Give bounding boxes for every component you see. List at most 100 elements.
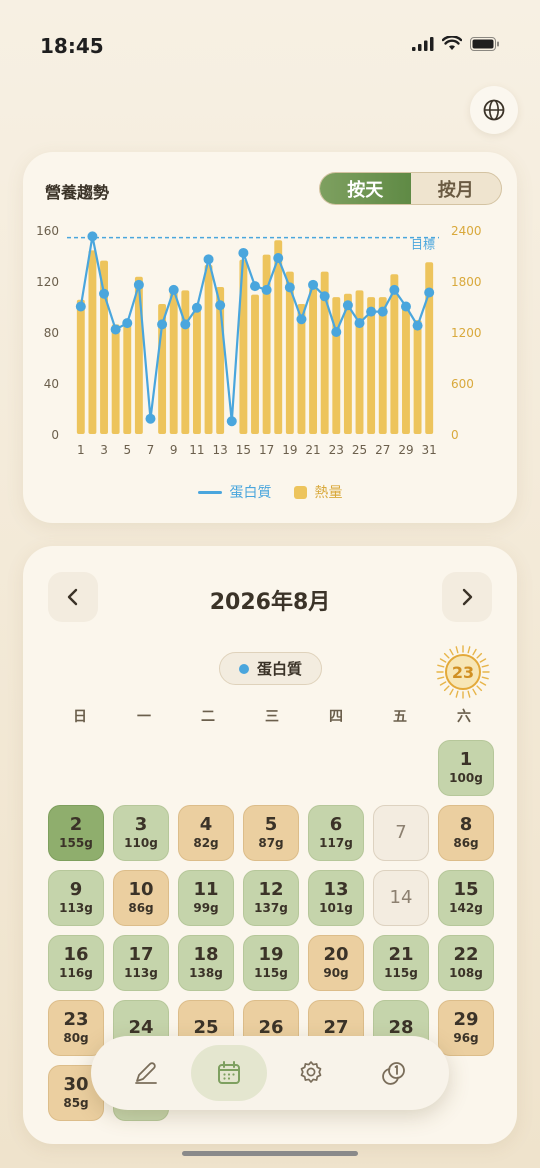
sun-ray <box>467 690 471 698</box>
nav-edit[interactable] <box>108 1045 184 1101</box>
day-value: 142g <box>449 901 483 915</box>
target-label: 目標 <box>411 238 435 252</box>
protein-point <box>412 320 423 331</box>
calendar-day[interactable]: 29 96g <box>438 1000 494 1056</box>
calendar-day[interactable]: 23 80g <box>48 1000 104 1056</box>
protein-point <box>168 284 179 295</box>
calendar-day[interactable]: 18 138g <box>178 935 234 991</box>
x-axis-tick: 1 <box>77 443 85 457</box>
calorie-bar <box>100 260 108 434</box>
day-value: 110g <box>124 836 158 850</box>
calendar-day[interactable]: 14 <box>373 870 429 926</box>
day-number: 22 <box>453 944 479 965</box>
x-axis-tick: 21 <box>305 443 320 457</box>
legend-protein-label: 蛋白質 <box>229 485 272 501</box>
sun-ray <box>437 664 445 668</box>
day-number: 29 <box>453 1009 479 1030</box>
calorie-bar <box>274 240 283 434</box>
nav-calendar[interactable] <box>190 1045 267 1101</box>
calendar-day[interactable]: 10 86g <box>113 870 169 926</box>
day-number: 27 <box>323 1017 349 1038</box>
right-axis-tick: 600 <box>451 377 474 391</box>
legend-protein-swatch <box>197 490 222 494</box>
weekday-label: 五 <box>393 709 407 725</box>
calorie-bar <box>123 320 132 434</box>
calorie-bar <box>134 276 143 434</box>
calendar-day[interactable]: 16 116g <box>48 935 104 991</box>
target-sun-badge[interactable]: 23 <box>435 644 491 700</box>
sun-ray <box>455 646 459 654</box>
calendar-blank <box>48 740 104 796</box>
language-button[interactable] <box>470 86 518 134</box>
sun-ray <box>481 676 489 680</box>
x-axis-tick: 25 <box>352 443 367 457</box>
day-value: 86g <box>128 901 154 915</box>
day-number: 10 <box>128 879 154 900</box>
calendar-day[interactable]: 12 137g <box>243 870 299 926</box>
calendar-day[interactable]: 2 155g <box>48 805 104 861</box>
next-month-button[interactable] <box>442 572 492 622</box>
calendar-day[interactable]: 15 142g <box>438 870 494 926</box>
status-time: 18:45 <box>40 34 104 58</box>
calendar-day[interactable]: 7 <box>373 805 429 861</box>
calendar-day[interactable]: 22 108g <box>438 935 494 991</box>
wifi-icon <box>442 36 462 50</box>
day-value: 82g <box>193 836 219 850</box>
legend-calorie-swatch <box>293 485 307 499</box>
day-number: 26 <box>258 1017 284 1038</box>
calendar-day[interactable]: 4 82g <box>178 805 234 861</box>
x-axis-tick: 29 <box>398 443 413 457</box>
day-number: 21 <box>388 944 414 965</box>
protein-point <box>226 416 237 427</box>
sun-ray <box>481 664 489 668</box>
weekday-label: 四 <box>329 709 343 725</box>
calendar-day[interactable]: 20 90g <box>308 935 364 991</box>
metric-selector[interactable]: 蛋白質 <box>219 652 322 685</box>
day-value: 100g <box>449 771 483 785</box>
calorie-bar <box>367 297 376 434</box>
right-axis-tick: 1800 <box>451 275 482 289</box>
day-number: 4 <box>199 814 213 835</box>
calorie-bar <box>88 250 97 434</box>
calendar-day[interactable]: 13 101g <box>308 870 364 926</box>
status-icons <box>412 36 500 51</box>
sun-ray <box>439 658 447 663</box>
calendar-day[interactable]: 9 113g <box>48 870 104 926</box>
protein-point <box>250 281 260 292</box>
day-number: 17 <box>128 944 154 965</box>
protein-point <box>145 413 156 424</box>
sun-ray <box>467 646 471 654</box>
calendar-day[interactable]: 3 110g <box>113 805 169 861</box>
protein-point <box>99 288 110 299</box>
calendar-day[interactable]: 8 86g <box>438 805 494 861</box>
day-number: 20 <box>323 944 349 965</box>
day-value: 113g <box>124 966 158 980</box>
calendar-day[interactable]: 5 87g <box>243 805 299 861</box>
day-value: 115g <box>254 966 288 980</box>
protein-point <box>342 300 353 311</box>
calendar-day[interactable]: 17 113g <box>113 935 169 991</box>
calorie-bar <box>390 274 399 434</box>
left-axis-tick: 40 <box>44 377 59 391</box>
calendar-day[interactable]: 21 115g <box>373 935 429 991</box>
day-value: 113g <box>59 901 93 915</box>
protein-point <box>261 284 272 295</box>
right-axis-tick: 0 <box>451 428 459 442</box>
day-number: 14 <box>389 887 413 908</box>
chart-legend: 蛋白質 熱量 <box>23 482 517 502</box>
calendar-day[interactable]: 1 100g <box>438 740 494 796</box>
day-number: 19 <box>258 944 284 965</box>
calendar-day[interactable]: 19 115g <box>243 935 299 991</box>
left-axis-tick: 120 <box>36 275 59 289</box>
sun-ray <box>449 648 454 656</box>
calorie-bar <box>192 309 201 434</box>
protein-point <box>215 300 226 311</box>
calendar-day[interactable]: 6 117g <box>308 805 364 861</box>
nav-settings[interactable] <box>273 1045 349 1101</box>
calorie-bar <box>343 293 352 434</box>
day-value: 85g <box>63 1096 89 1110</box>
nav-history[interactable] <box>356 1045 432 1101</box>
weekday-label: 日 <box>73 709 87 725</box>
metric-label: 蛋白質 <box>256 660 302 678</box>
calendar-day[interactable]: 11 99g <box>178 870 234 926</box>
